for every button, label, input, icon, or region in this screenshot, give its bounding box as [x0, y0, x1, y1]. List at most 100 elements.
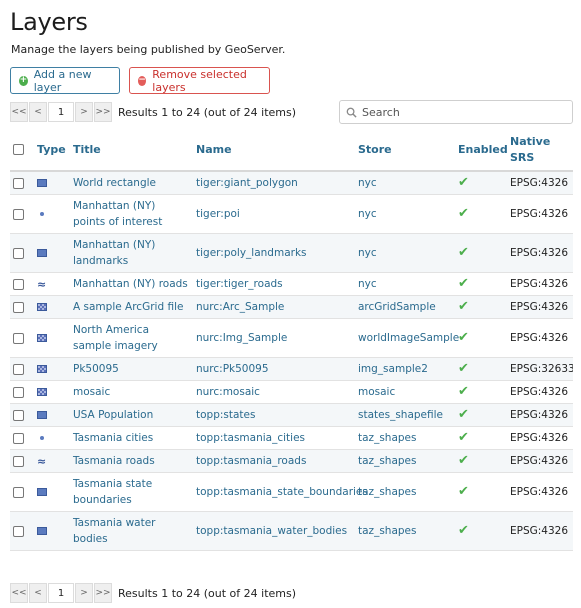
enabled-check-icon: ✔	[458, 407, 469, 422]
pager-bottom: << < 1 > >> Results 1 to 24 (out of 24 i…	[10, 582, 296, 604]
prev-page-button[interactable]: <	[29, 583, 47, 603]
layer-store-link[interactable]: taz_shapes	[355, 426, 455, 450]
layer-name-link[interactable]: tiger:poi	[193, 194, 355, 234]
layer-store-link[interactable]: mosaic	[355, 380, 455, 404]
layer-title-link[interactable]: Tasmania roads	[70, 449, 193, 473]
column-header-native-srs[interactable]: Native SRS	[507, 129, 573, 172]
layer-store-link[interactable]: nyc	[355, 194, 455, 234]
enabled-check-icon: ✔	[458, 245, 469, 260]
next-page-button[interactable]: >	[75, 102, 93, 122]
layer-name-link[interactable]: topp:tasmania_roads	[193, 449, 355, 473]
layer-store-link[interactable]: nyc	[355, 233, 455, 273]
last-page-button[interactable]: >>	[94, 583, 112, 603]
row-select-checkbox[interactable]	[13, 332, 24, 344]
layer-name-link[interactable]: topp:states	[193, 403, 355, 427]
layer-title-link[interactable]: A sample ArcGrid file	[70, 295, 193, 319]
row-select-checkbox[interactable]	[13, 409, 24, 421]
prev-page-button[interactable]: <	[29, 102, 47, 122]
column-header-title[interactable]: Title	[70, 129, 193, 172]
table-row: Manhattan (NY) landmarks tiger:poly_landm…	[10, 233, 573, 273]
table-row: Manhattan (NY) points of interest tiger:p…	[10, 194, 573, 234]
layer-name-link[interactable]: tiger:poly_landmarks	[193, 233, 355, 273]
layer-name-link[interactable]: topp:tasmania_cities	[193, 426, 355, 450]
layer-store-link[interactable]: arcGridSample	[355, 295, 455, 319]
layer-title-link[interactable]: Tasmania state boundaries	[70, 472, 193, 512]
layer-title-link[interactable]: North America sample imagery	[70, 318, 193, 358]
layer-name-link[interactable]: topp:tasmania_state_boundaries	[193, 472, 368, 512]
row-select-checkbox[interactable]	[13, 278, 24, 290]
table-row: Tasmania state boundaries topp:tasmania_s…	[10, 472, 573, 512]
layer-store-link[interactable]: taz_shapes	[355, 472, 455, 512]
layer-store-link[interactable]: nyc	[355, 272, 455, 296]
point-icon	[40, 436, 44, 440]
column-header-name[interactable]: Name	[193, 129, 355, 172]
row-select-checkbox[interactable]	[13, 301, 24, 313]
column-header-enabled[interactable]: Enabled	[455, 129, 508, 172]
search-box[interactable]	[339, 100, 573, 124]
first-page-button[interactable]: <<	[10, 583, 28, 603]
column-header-store[interactable]: Store	[355, 129, 455, 172]
layer-store-link[interactable]: states_shapefile	[355, 403, 455, 427]
column-header-type[interactable]: Type	[34, 129, 70, 172]
row-select-checkbox[interactable]	[13, 432, 24, 444]
table-row: USA Population topp:states states_shapefil…	[10, 403, 573, 427]
search-input[interactable]	[362, 105, 562, 119]
native-srs: EPSG:4326	[507, 318, 573, 358]
layer-title-link[interactable]: World rectangle	[70, 171, 193, 195]
row-select-checkbox[interactable]	[13, 247, 24, 259]
native-srs: EPSG:4326	[507, 194, 573, 234]
raster-icon	[37, 334, 47, 342]
layer-title-link[interactable]: Manhattan (NY) points of interest	[70, 194, 193, 234]
native-srs: EPSG:4326	[507, 295, 573, 319]
polygon-icon	[37, 411, 47, 419]
layer-store-link[interactable]: nyc	[355, 171, 455, 195]
table-row: Tasmania cities topp:tasmania_cities taz_s…	[10, 426, 573, 450]
layer-name-link[interactable]: nurc:Pk50095	[193, 357, 355, 381]
first-page-button[interactable]: <<	[10, 102, 28, 122]
row-select-checkbox[interactable]	[13, 455, 24, 467]
row-select-checkbox[interactable]	[13, 525, 24, 537]
layer-title-link[interactable]: Manhattan (NY) landmarks	[70, 233, 193, 273]
row-select-checkbox[interactable]	[13, 486, 24, 498]
row-select-checkbox[interactable]	[13, 386, 24, 398]
layer-title-link[interactable]: Manhattan (NY) roads	[70, 272, 193, 296]
layer-store-link[interactable]: img_sample2	[355, 357, 455, 381]
enabled-check-icon: ✔	[458, 175, 469, 190]
table-row: ≈ Tasmania roads topp:tasmania_roads taz_sh…	[10, 449, 573, 473]
raster-icon	[37, 388, 47, 396]
polygon-icon	[37, 179, 47, 187]
last-page-button[interactable]: >>	[94, 102, 112, 122]
layer-name-link[interactable]: tiger:tiger_roads	[193, 272, 355, 296]
add-layer-button[interactable]: + Add a new layer	[10, 67, 120, 94]
enabled-check-icon: ✔	[458, 276, 469, 291]
row-select-checkbox[interactable]	[13, 177, 24, 189]
enabled-check-icon: ✔	[458, 430, 469, 445]
page-number-button[interactable]: 1	[48, 102, 74, 122]
plus-icon: +	[19, 75, 28, 86]
layer-store-link[interactable]: worldImageSample	[355, 318, 459, 358]
layer-name-link[interactable]: tiger:giant_polygon	[193, 171, 355, 195]
layer-title-link[interactable]: Tasmania water bodies	[70, 511, 193, 551]
row-select-checkbox[interactable]	[13, 208, 24, 220]
add-layer-label: Add a new layer	[33, 67, 92, 94]
layer-store-link[interactable]: taz_shapes	[355, 511, 455, 551]
layer-title-link[interactable]: Pk50095	[70, 357, 193, 381]
select-all-checkbox[interactable]	[13, 144, 24, 155]
remove-selected-layers-button[interactable]: − Remove selected layers	[129, 67, 270, 94]
layer-title-link[interactable]: USA Population	[70, 403, 193, 427]
layers-table: Type Title Name Store Enabled Native SRS…	[10, 129, 573, 575]
layer-title-link[interactable]: Tasmania cities	[70, 426, 193, 450]
search-icon	[346, 107, 357, 118]
table-row: Tasmania water bodies topp:tasmania_water…	[10, 511, 573, 551]
enabled-check-icon: ✔	[458, 384, 469, 399]
row-select-checkbox[interactable]	[13, 363, 24, 375]
layer-name-link[interactable]: nurc:mosaic	[193, 380, 355, 404]
page-number-button[interactable]: 1	[48, 583, 74, 603]
layer-title-link[interactable]: mosaic	[70, 380, 193, 404]
layer-name-link[interactable]: nurc:Img_Sample	[193, 318, 355, 358]
next-page-button[interactable]: >	[75, 583, 93, 603]
pager-top: << < 1 > >> Results 1 to 24 (out of 24 i…	[10, 101, 296, 123]
layer-name-link[interactable]: topp:tasmania_water_bodies	[193, 511, 355, 551]
layer-store-link[interactable]: taz_shapes	[355, 449, 455, 473]
layer-name-link[interactable]: nurc:Arc_Sample	[193, 295, 355, 319]
